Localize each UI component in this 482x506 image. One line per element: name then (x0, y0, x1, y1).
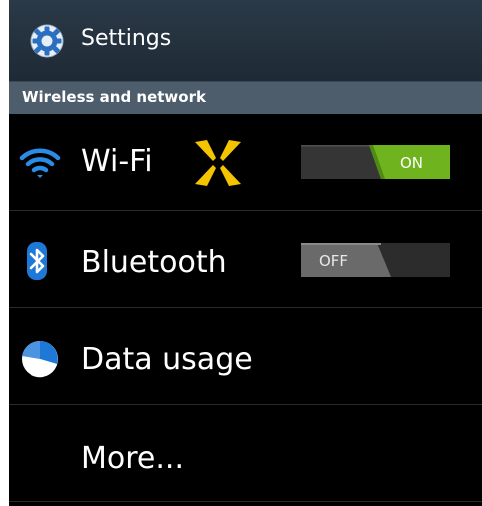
section-header: Wireless and network (9, 82, 482, 114)
gear-icon (30, 24, 64, 58)
wifi-icon (19, 148, 61, 178)
sparkle-icon (195, 140, 241, 186)
wifi-row[interactable]: Wi-Fi ON (9, 114, 482, 211)
wifi-toggle[interactable]: ON (301, 145, 450, 179)
pie-chart-icon (22, 340, 58, 378)
more-row[interactable]: More... (9, 405, 482, 502)
data-usage-label: Data usage (81, 342, 253, 377)
bluetooth-toggle-text: OFF (319, 252, 348, 270)
section-title: Wireless and network (22, 88, 206, 106)
screen: Settings Wireless and network Wi-Fi ON B… (9, 0, 482, 506)
page-title: Settings (81, 26, 172, 51)
bluetooth-icon (27, 242, 47, 280)
wifi-toggle-text: ON (400, 154, 423, 172)
action-bar: Settings (9, 0, 482, 82)
bluetooth-row[interactable]: Bluetooth OFF (9, 211, 482, 308)
data-usage-row[interactable]: Data usage (9, 308, 482, 405)
bluetooth-label: Bluetooth (81, 245, 227, 280)
wifi-label: Wi-Fi (81, 144, 153, 179)
bluetooth-toggle[interactable]: OFF (301, 243, 450, 277)
more-label: More... (81, 441, 184, 476)
